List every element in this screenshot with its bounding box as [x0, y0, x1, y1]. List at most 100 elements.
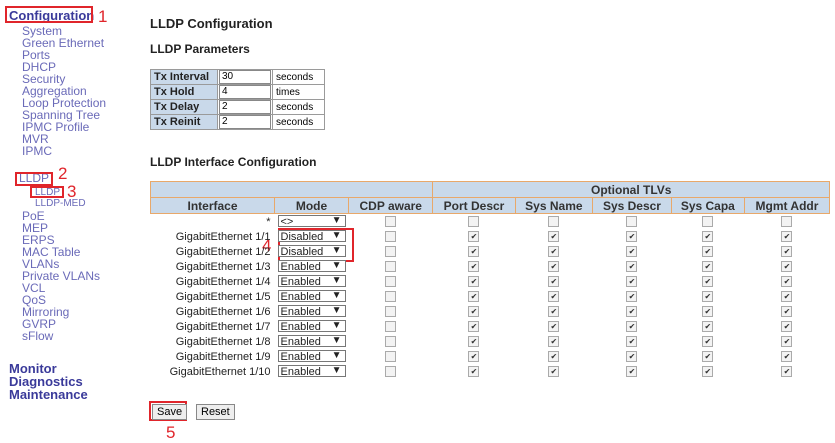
save-button[interactable]: Save — [152, 404, 188, 420]
checkbox[interactable] — [385, 231, 397, 243]
checkbox[interactable]: ✔ — [702, 366, 714, 378]
checkbox[interactable]: ✔ — [626, 276, 638, 288]
mode-select[interactable]: Enabled ▼ — [277, 350, 346, 363]
table-row: GigabitEthernet 1/7 Enabled ▼ ✔ ✔ ✔ ✔ ✔ — [151, 319, 830, 334]
checkbox[interactable]: ✔ — [626, 246, 638, 258]
checkbox[interactable]: ✔ — [626, 366, 638, 378]
mode-value: Enabled — [280, 351, 321, 363]
checkbox[interactable]: ✔ — [781, 306, 793, 318]
checkbox[interactable]: ✔ — [702, 261, 714, 273]
checkbox[interactable]: ✔ — [781, 261, 793, 273]
interface-name: GigabitEthernet 1/4 — [175, 275, 271, 288]
checkbox[interactable] — [385, 351, 397, 363]
checkbox[interactable]: ✔ — [702, 336, 714, 348]
checkbox[interactable]: ✔ — [781, 291, 793, 303]
checkbox[interactable]: ✔ — [626, 351, 638, 363]
checkbox[interactable]: ✔ — [468, 366, 480, 378]
mode-select[interactable]: Enabled ▼ — [277, 320, 346, 333]
mode-select[interactable]: Disabled ▼ — [277, 230, 346, 243]
checkbox[interactable]: ✔ — [781, 366, 793, 378]
checkbox[interactable]: ✔ — [468, 291, 480, 303]
checkbox[interactable]: ✔ — [548, 306, 560, 318]
checkbox[interactable] — [385, 306, 397, 318]
param-input[interactable]: 2 — [219, 115, 271, 129]
checkbox[interactable] — [385, 336, 397, 348]
checkbox[interactable]: ✔ — [626, 231, 638, 243]
checkbox[interactable]: ✔ — [468, 306, 480, 318]
checkbox[interactable] — [385, 216, 397, 228]
checkbox[interactable]: ✔ — [468, 276, 480, 288]
checkbox[interactable] — [385, 291, 397, 303]
reset-button[interactable]: Reset — [196, 404, 235, 420]
checkbox[interactable]: ✔ — [702, 231, 714, 243]
nav-maintenance[interactable]: Maintenance — [9, 387, 88, 402]
checkbox[interactable]: ✔ — [548, 261, 560, 273]
header-mgmt-addr: Mgmt Addr — [743, 197, 831, 214]
header-mode: Mode — [274, 197, 349, 214]
checkbox[interactable] — [468, 216, 480, 228]
checkbox[interactable]: ✔ — [702, 306, 714, 318]
checkbox[interactable]: ✔ — [781, 351, 793, 363]
checkbox[interactable]: ✔ — [781, 276, 793, 288]
checkbox[interactable]: ✔ — [548, 366, 560, 378]
checkbox[interactable]: ✔ — [626, 306, 638, 318]
checkbox[interactable]: ✔ — [626, 261, 638, 273]
table-row: GigabitEthernet 1/9 Enabled ▼ ✔ ✔ ✔ ✔ ✔ — [151, 349, 830, 364]
checkbox[interactable]: ✔ — [702, 321, 714, 333]
checkbox[interactable]: ✔ — [702, 276, 714, 288]
checkbox[interactable] — [385, 246, 397, 258]
mode-select[interactable]: Enabled ▼ — [277, 365, 346, 378]
checkbox[interactable]: ✔ — [468, 321, 480, 333]
checkbox[interactable] — [385, 261, 397, 273]
checkbox[interactable] — [385, 366, 397, 378]
checkbox[interactable] — [626, 216, 638, 228]
header-port-descr: Port Descr — [432, 197, 516, 214]
checkbox[interactable]: ✔ — [548, 321, 560, 333]
annotation-2: 2 — [58, 164, 68, 183]
checkbox[interactable]: ✔ — [468, 336, 480, 348]
mode-select[interactable]: Enabled ▼ — [277, 305, 346, 318]
checkbox[interactable]: ✔ — [702, 351, 714, 363]
mode-select[interactable]: Enabled ▼ — [277, 260, 346, 273]
checkbox[interactable] — [702, 216, 714, 228]
checkbox[interactable]: ✔ — [548, 351, 560, 363]
checkbox[interactable]: ✔ — [781, 231, 793, 243]
checkbox[interactable] — [548, 216, 560, 228]
checkbox[interactable]: ✔ — [468, 231, 480, 243]
dropdown-arrow-icon: ▼ — [331, 245, 342, 256]
param-input[interactable]: 30 — [219, 70, 271, 84]
checkbox[interactable]: ✔ — [548, 276, 560, 288]
mode-select[interactable]: Disabled ▼ — [277, 245, 346, 258]
mode-select[interactable]: Enabled ▼ — [277, 335, 346, 348]
checkbox[interactable]: ✔ — [548, 336, 560, 348]
nav-sub-lldp-med[interactable]: LLDP-MED — [35, 199, 86, 209]
nav-item-sflow[interactable]: sFlow — [22, 330, 53, 342]
checkbox[interactable] — [385, 321, 397, 333]
param-input[interactable]: 4 — [219, 85, 271, 99]
mode-select[interactable]: <> ▼ — [277, 215, 346, 228]
mode-select[interactable]: Enabled ▼ — [277, 290, 346, 303]
dropdown-arrow-icon: ▼ — [331, 365, 342, 376]
checkbox[interactable]: ✔ — [702, 291, 714, 303]
header-interface: Interface — [150, 197, 275, 214]
checkbox[interactable]: ✔ — [468, 246, 480, 258]
checkbox[interactable]: ✔ — [548, 246, 560, 258]
checkbox[interactable]: ✔ — [781, 336, 793, 348]
checkbox[interactable]: ✔ — [548, 291, 560, 303]
checkbox[interactable] — [385, 276, 397, 288]
checkbox[interactable]: ✔ — [468, 261, 480, 273]
checkbox[interactable]: ✔ — [626, 291, 638, 303]
checkbox[interactable]: ✔ — [781, 321, 793, 333]
header-sys-name: Sys Name — [514, 197, 594, 214]
mode-value: Disabled — [280, 246, 324, 258]
param-input[interactable]: 2 — [219, 100, 271, 114]
checkbox[interactable]: ✔ — [468, 351, 480, 363]
checkbox[interactable]: ✔ — [548, 231, 560, 243]
checkbox[interactable]: ✔ — [626, 336, 638, 348]
mode-select[interactable]: Enabled ▼ — [277, 275, 346, 288]
checkbox[interactable]: ✔ — [781, 246, 793, 258]
checkbox[interactable]: ✔ — [702, 246, 714, 258]
nav-item-ipmc[interactable]: IPMC — [22, 145, 52, 157]
checkbox[interactable] — [781, 216, 793, 228]
checkbox[interactable]: ✔ — [626, 321, 638, 333]
